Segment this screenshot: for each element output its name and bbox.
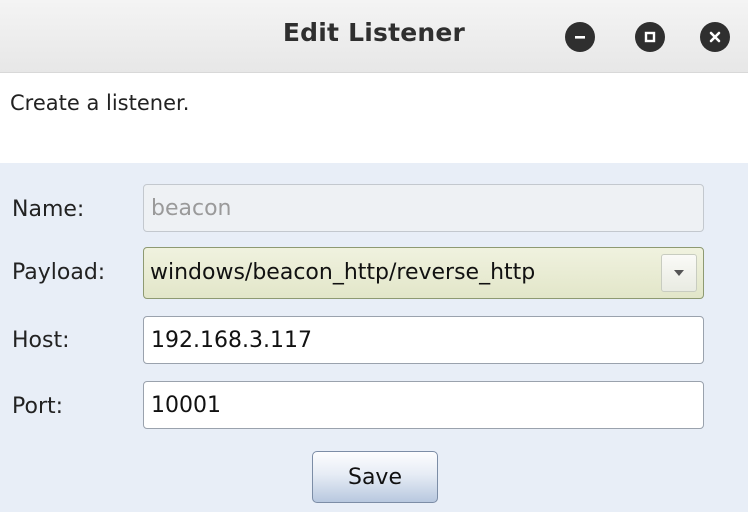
host-input[interactable] [143, 316, 704, 364]
payload-selected-value: windows/beacon_http/reverse_http [150, 260, 536, 285]
payload-select[interactable]: windows/beacon_http/reverse_http [143, 247, 704, 299]
close-icon [709, 31, 721, 43]
title-bar[interactable]: Edit Listener [0, 0, 748, 73]
payload-dropdown-button[interactable] [661, 254, 697, 292]
host-label: Host: [12, 328, 70, 353]
chevron-down-icon [674, 270, 684, 276]
port-input[interactable] [143, 381, 704, 429]
name-input[interactable] [143, 184, 704, 232]
maximize-icon [644, 31, 656, 43]
description-text: Create a listener. [10, 91, 190, 115]
save-button[interactable]: Save [312, 451, 438, 503]
edit-listener-dialog: Edit Listener Create a listener. Name: P… [0, 0, 748, 512]
close-button[interactable] [700, 22, 730, 52]
description-panel: Create a listener. [0, 73, 748, 163]
minimize-button[interactable] [565, 22, 595, 52]
port-label: Port: [12, 394, 64, 419]
payload-label: Payload: [12, 260, 106, 285]
minimize-icon [575, 36, 585, 39]
name-label: Name: [12, 197, 85, 222]
maximize-button[interactable] [635, 22, 665, 52]
